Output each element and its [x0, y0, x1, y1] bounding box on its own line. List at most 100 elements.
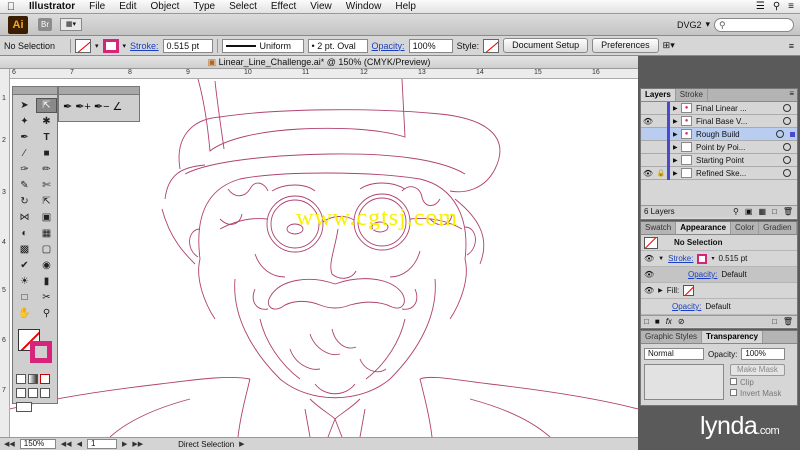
status-menu-icon[interactable]: ▶	[239, 440, 244, 448]
last-artboard-icon[interactable]: ▶▶	[132, 440, 143, 448]
layer-name[interactable]: Point by Poi...	[696, 143, 783, 152]
spotlight-icon[interactable]: ⚲	[773, 1, 780, 12]
arrange-documents-button[interactable]: ▦▾	[60, 18, 82, 31]
trash-icon[interactable]: 🗑	[783, 317, 793, 326]
width-tool-icon[interactable]: ⋈	[14, 210, 35, 225]
stroke-swatch[interactable]	[102, 38, 119, 53]
artboard-tool-icon[interactable]: □	[14, 290, 35, 305]
previous-artboard-icon[interactable]: ◀◀	[61, 440, 72, 448]
chevron-down-icon[interactable]: ▾	[95, 42, 99, 50]
opacity-link[interactable]: Opacity:	[688, 270, 717, 279]
menu-type[interactable]: Type	[186, 1, 222, 12]
opacity-field[interactable]: 100%	[408, 38, 453, 53]
layer-name[interactable]: Rough Build	[696, 130, 776, 139]
zoom-field[interactable]: 150%	[19, 439, 56, 449]
new-sublayer-icon[interactable]: ▦	[758, 207, 766, 216]
new-layer-icon[interactable]: □	[772, 207, 777, 216]
zoom-tool-icon[interactable]: ⚲	[36, 306, 57, 321]
layer-name[interactable]: Starting Point	[696, 156, 783, 165]
layer-row[interactable]: ▶ Point by Poi...	[641, 140, 797, 154]
stroke-color-swatch[interactable]	[697, 253, 708, 264]
eye-icon[interactable]: 👁	[644, 270, 684, 279]
invert-mask-checkbox[interactable]: Invert Mask	[730, 389, 785, 398]
lasso-tool-icon[interactable]: ✱	[36, 114, 57, 129]
apple-menu-icon[interactable]: 	[0, 1, 22, 13]
duplicate-item-icon[interactable]: □	[772, 317, 777, 326]
tab-appearance[interactable]: Appearance	[676, 222, 732, 234]
document-setup-button[interactable]: Document Setup	[503, 38, 589, 53]
document-tab[interactable]: ▣ Linear_Line_Challenge.ai* @ 150% (CMYK…	[0, 56, 638, 69]
pencil-tool-icon[interactable]: ✏	[36, 162, 57, 177]
opacity-link[interactable]: Opacity:	[672, 302, 701, 311]
blend-tool-icon[interactable]: ◉	[36, 258, 57, 273]
add-fill-icon[interactable]: ■	[655, 317, 660, 326]
fill-swatch[interactable]	[75, 38, 91, 53]
tab-transparency[interactable]: Transparency	[702, 331, 764, 343]
tools-panel-header[interactable]	[13, 87, 57, 95]
trash-icon[interactable]: 🗑	[783, 207, 793, 216]
mesh-tool-icon[interactable]: ▩	[14, 242, 35, 257]
layer-name[interactable]: Final Base V...	[696, 117, 783, 126]
gradient-tool-icon[interactable]: ▢	[36, 242, 57, 257]
tab-graphic-styles[interactable]: Graphic Styles	[641, 331, 703, 343]
tab-color[interactable]: Color	[731, 222, 760, 234]
stroke-opacity-row[interactable]: 👁 Opacity: Default	[641, 267, 797, 283]
layer-name[interactable]: Final Linear ...	[696, 104, 783, 113]
expand-triangle-icon[interactable]: ▶	[673, 157, 681, 164]
clear-appearance-icon[interactable]: ⊘	[678, 317, 685, 326]
draw-normal-button[interactable]	[16, 388, 26, 398]
align-menu-icon[interactable]: ⊞▾	[663, 40, 675, 51]
artboard-number-field[interactable]: 1	[86, 439, 117, 449]
wifi-icon[interactable]: ☰	[756, 1, 765, 12]
make-clipping-mask-icon[interactable]: ▣	[745, 207, 753, 216]
add-effect-icon[interactable]: fx	[666, 317, 672, 326]
previous-artboard-icon[interactable]: ◀	[77, 440, 82, 448]
menu-view[interactable]: View	[303, 1, 339, 12]
panel-menu-icon[interactable]: ≡	[789, 41, 800, 51]
gradient-button[interactable]	[28, 374, 38, 384]
shape-builder-tool-icon[interactable]: ◐	[14, 226, 35, 241]
expand-triangle-icon[interactable]: ▶	[673, 131, 681, 138]
slice-tool-icon[interactable]: ✂	[36, 290, 57, 305]
eye-icon[interactable]: 👁	[641, 117, 655, 126]
paintbrush-tool-icon[interactable]: ✑	[14, 162, 35, 177]
menu-app[interactable]: Illustrator	[22, 1, 82, 12]
target-circle-icon[interactable]	[776, 130, 784, 138]
chevron-down-icon[interactable]: ▾	[705, 19, 710, 30]
target-circle-icon[interactable]	[783, 169, 791, 177]
convert-anchor-point-tool-icon[interactable]: ∠	[113, 100, 123, 113]
locate-object-icon[interactable]: ⚲	[733, 207, 739, 216]
chevron-down-icon[interactable]: ▾	[123, 42, 127, 50]
blend-mode-select[interactable]: Normal	[644, 348, 704, 360]
draw-behind-button[interactable]	[28, 388, 38, 398]
chevron-down-icon[interactable]: ▾	[711, 255, 714, 262]
stroke-color-box[interactable]	[30, 341, 52, 363]
eye-icon[interactable]: 👁	[641, 169, 655, 178]
menu-file[interactable]: File	[82, 1, 112, 12]
stroke-attribute-link[interactable]: Stroke:	[668, 254, 693, 263]
target-circle-icon[interactable]	[783, 143, 791, 151]
pen-tool-icon[interactable]: ✒	[14, 130, 35, 145]
expand-triangle-icon[interactable]: ▼	[658, 256, 664, 262]
layer-row[interactable]: 👁 🔒 ▶ Refined Ske...	[641, 166, 797, 180]
symbol-sprayer-tool-icon[interactable]: ☀	[14, 274, 35, 289]
expand-triangle-icon[interactable]: ▶	[673, 118, 681, 125]
current-tool-status[interactable]: Direct Selection	[178, 440, 234, 449]
draw-inside-button[interactable]	[40, 388, 50, 398]
column-graph-tool-icon[interactable]: ▮	[36, 274, 57, 289]
workspace-switcher[interactable]: DVG2	[677, 20, 702, 30]
object-opacity-row[interactable]: Opacity: Default	[641, 299, 797, 315]
hand-tool-icon[interactable]: ✋	[14, 306, 35, 321]
expand-triangle-icon[interactable]: ▶	[658, 287, 663, 294]
stroke-attribute-row[interactable]: 👁 ▼ Stroke: ▾ 0.515 pt	[641, 251, 797, 267]
menu-select[interactable]: Select	[222, 1, 264, 12]
opacity-field[interactable]: 100%	[741, 348, 786, 360]
tab-layers[interactable]: Layers	[641, 89, 676, 101]
stroke-weight-value[interactable]: 0.515 pt	[718, 254, 747, 263]
perspective-grid-tool-icon[interactable]: ▦	[36, 226, 57, 241]
rectangle-tool-icon[interactable]: ■	[36, 146, 57, 161]
eyedropper-tool-icon[interactable]: ✔	[14, 258, 35, 273]
eraser-tool-icon[interactable]: ✄	[36, 178, 57, 193]
expand-triangle-icon[interactable]: ▶	[673, 170, 681, 177]
tab-stroke[interactable]: Stroke	[676, 89, 708, 101]
